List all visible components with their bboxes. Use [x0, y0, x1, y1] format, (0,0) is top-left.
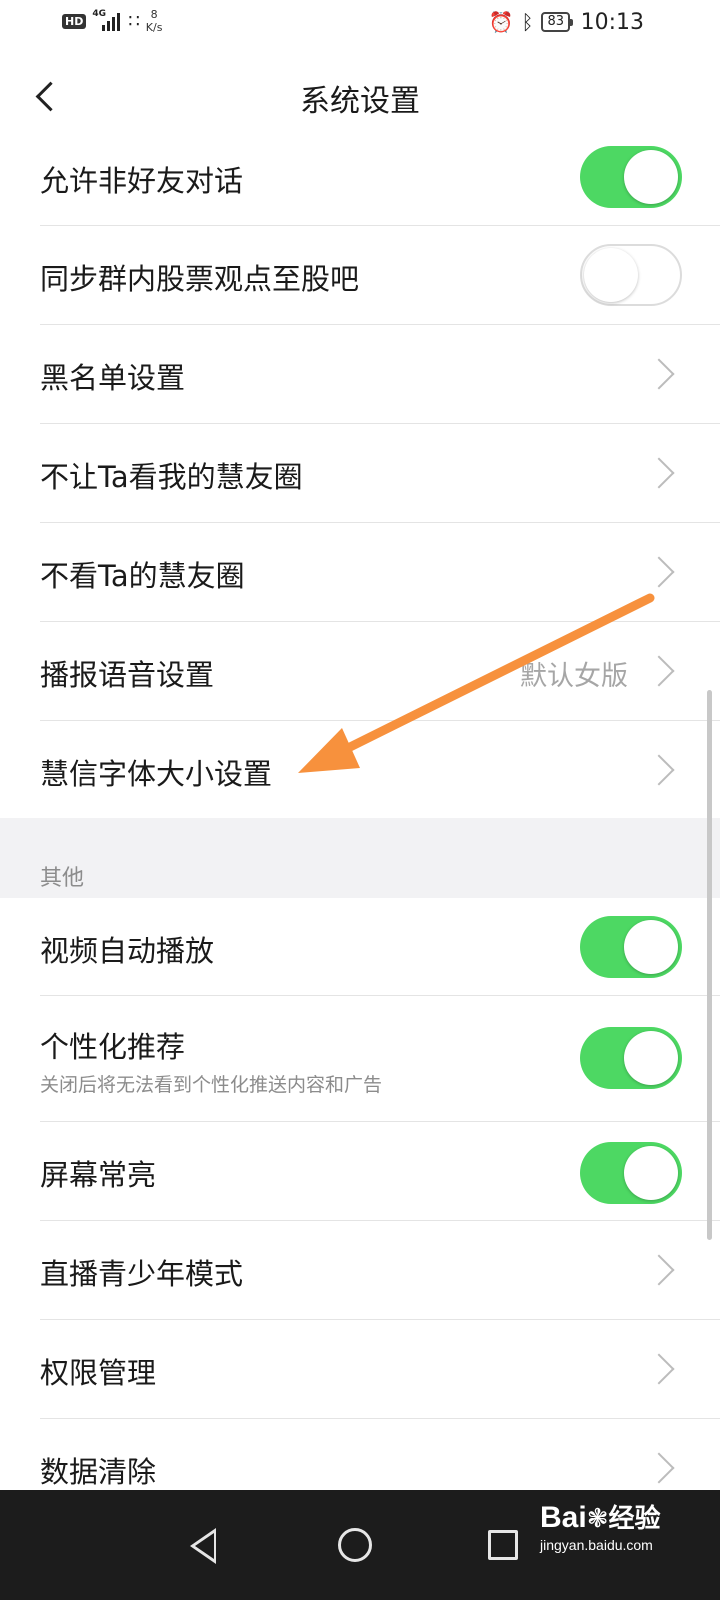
row-label: 同步群内股票观点至股吧 [40, 262, 360, 296]
row-blacklist[interactable]: 黑名单设置 [0, 325, 720, 424]
row-label: 播报语音设置 [40, 658, 215, 692]
clock: 10:13 [580, 10, 644, 35]
chevron-right-icon [643, 556, 675, 588]
chevron-right-icon [643, 358, 675, 390]
row-label: 不让Ta看我的慧友圈 [40, 460, 303, 494]
row-voice-broadcast[interactable]: 播报语音设置 默认女版 [0, 622, 720, 721]
nav-header: 系统设置 [0, 56, 720, 136]
hd-badge: HD [62, 13, 87, 29]
row-clear-data[interactable]: 数据清除 [0, 1419, 720, 1490]
chevron-right-icon [643, 754, 675, 786]
row-label: 慧信字体大小设置 [40, 757, 273, 791]
row-allow-non-friend-chat[interactable]: 允许非好友对话 [0, 128, 720, 226]
row-label: 权限管理 [40, 1356, 157, 1390]
watermark-brand: Bai [540, 1501, 587, 1534]
chevron-right-icon [643, 655, 675, 687]
paw-icon: ❃ [586, 1504, 609, 1534]
scrollbar[interactable] [707, 690, 712, 1240]
system-nav-bar: Bai❃经验 jingyan.baidu.com [0, 1490, 720, 1600]
row-label: 个性化推荐 [40, 1030, 186, 1064]
chevron-right-icon [643, 1254, 675, 1286]
row-personalized-recs[interactable]: 个性化推荐 关闭后将无法看到个性化推送内容和广告 [0, 996, 720, 1122]
row-label: 允许非好友对话 [40, 164, 244, 198]
row-label: 不看Ta的慧友圈 [40, 559, 245, 593]
alarm-icon: ⏰ [488, 10, 514, 34]
auto-play-video-toggle[interactable] [580, 916, 682, 978]
row-label: 黑名单设置 [40, 361, 186, 395]
row-sublabel: 关闭后将无法看到个性化推送内容和广告 [40, 1074, 383, 1096]
row-hide-moments-from[interactable]: 不让Ta看我的慧友圈 [0, 424, 720, 523]
row-dont-view-moments[interactable]: 不看Ta的慧友圈 [0, 523, 720, 622]
allow-non-friend-chat-toggle[interactable] [580, 146, 682, 208]
watermark-url: jingyan.baidu.com [540, 1537, 653, 1553]
chevron-right-icon [643, 457, 675, 489]
status-time-wrap: 10:13 [581, 10, 644, 35]
chevron-right-icon [643, 1353, 675, 1385]
row-screen-always-on[interactable]: 屏幕常亮 [0, 1122, 720, 1221]
status-left: HD 4G ∷ 8 K/s [62, 8, 162, 34]
status-bar: HD 4G ∷ 8 K/s ⏰ ᛒ 83 10:13 [0, 0, 720, 50]
speed-value: 8 [150, 8, 158, 21]
baidu-watermark: Bai❃经验 jingyan.baidu.com [540, 1498, 661, 1553]
bluetooth-icon: ᛒ [521, 10, 534, 34]
status-right: ⏰ ᛒ 83 [488, 10, 573, 34]
watermark-brand-cn: 经验 [608, 1503, 661, 1533]
network-speed: 8 K/s [146, 8, 163, 34]
page-title: 系统设置 [300, 84, 420, 119]
wifi-icon: ∷ [128, 10, 140, 32]
nav-back-icon[interactable] [190, 1528, 216, 1564]
sync-stock-views-toggle[interactable] [580, 244, 682, 306]
nav-home-icon[interactable] [338, 1528, 372, 1562]
row-label: 直播青少年模式 [40, 1257, 244, 1291]
nav-recents-icon[interactable] [488, 1530, 518, 1560]
row-auto-play-video[interactable]: 视频自动播放 [0, 898, 720, 996]
section-title: 其他 [40, 866, 85, 891]
row-label: 数据清除 [40, 1455, 157, 1489]
personalized-recs-toggle[interactable] [580, 1027, 682, 1089]
row-youth-mode[interactable]: 直播青少年模式 [0, 1221, 720, 1320]
row-sync-stock-views[interactable]: 同步群内股票观点至股吧 [0, 226, 720, 325]
battery-icon: 83 [541, 12, 573, 32]
speed-unit: K/s [145, 21, 163, 34]
row-permissions[interactable]: 权限管理 [0, 1320, 720, 1419]
row-label: 视频自动播放 [40, 934, 215, 968]
signal-icon: 4G [92, 9, 122, 33]
row-font-size[interactable]: 慧信字体大小设置 [0, 721, 720, 818]
voice-broadcast-value: 默认女版 [520, 661, 628, 692]
screen-always-on-toggle[interactable] [580, 1142, 682, 1204]
chevron-right-icon [643, 1452, 675, 1484]
section-header-other: 其他 [0, 818, 720, 898]
row-label: 屏幕常亮 [40, 1158, 157, 1192]
